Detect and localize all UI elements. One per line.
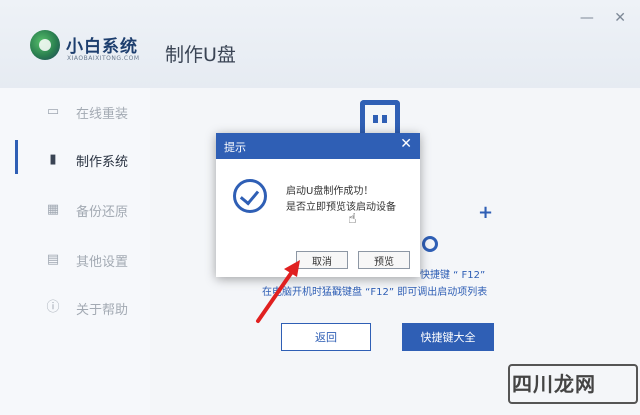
back-button[interactable]: 返回 <box>281 323 371 351</box>
preview-button[interactable]: 预览 <box>358 251 410 269</box>
minimize-icon[interactable]: — <box>580 10 594 26</box>
hand-cursor-icon: ☝ <box>348 211 357 227</box>
ring-decoration <box>422 236 438 252</box>
sidebar-item-label: 其他设置 <box>76 254 129 270</box>
hotkey-list-button[interactable]: 快捷键大全 <box>402 323 494 351</box>
check-circle-icon <box>233 179 267 213</box>
close-icon[interactable]: ✕ <box>614 10 626 26</box>
dialog-question: 是否立即预览该启动设备 <box>286 202 396 213</box>
usb-icon: ▮ <box>49 152 57 167</box>
sidebar-item-label: 备份还原 <box>76 204 129 220</box>
title-bar: 小白系统 XIAOBAIXITONG.COM 制作U盘 — ✕ <box>0 0 640 88</box>
plus-icon: + <box>478 202 494 223</box>
window-controls: — ✕ <box>564 10 626 26</box>
sidebar-item-label: 关于帮助 <box>76 302 129 318</box>
success-dialog: 提示 ✕ 启动U盘制作成功！ 是否立即预览该启动设备 ☝ 取消 预览 <box>216 133 420 277</box>
dialog-message: 启动U盘制作成功！ <box>286 186 374 197</box>
sidebar-item-online-reinstall[interactable]: ▭ 在线重装 <box>0 92 150 132</box>
sidebar-item-label: 制作系统 <box>76 154 129 170</box>
sidebar-item-other-settings[interactable]: ▤ 其他设置 <box>0 240 150 280</box>
brand-subtitle: XIAOBAIXITONG.COM <box>67 55 140 62</box>
monitor-icon: ▭ <box>46 104 60 119</box>
app-window: 小白系统 XIAOBAIXITONG.COM 制作U盘 — ✕ ▭ 在线重装 ▮… <box>0 0 640 415</box>
sidebar-item-label: 在线重装 <box>76 106 129 122</box>
toolbox-icon: ▤ <box>46 252 60 267</box>
brand-name: 小白系统 <box>66 37 138 57</box>
close-icon[interactable]: ✕ <box>400 136 412 152</box>
watermark-text: 四川龙网 <box>512 372 596 396</box>
page-title: 制作U盘 <box>165 44 236 66</box>
backup-icon: ▦ <box>46 202 60 217</box>
brand-logo-icon <box>30 30 60 60</box>
sidebar-item-about-help[interactable]: ⓘ 关于帮助 <box>0 288 150 328</box>
dialog-title: 提示 <box>224 141 246 154</box>
sidebar: ▭ 在线重装 ▮ 制作系统 ▦ 备份还原 ▤ 其他设置 ⓘ 关于帮助 <box>0 88 150 415</box>
dialog-header: 提示 ✕ <box>216 133 420 159</box>
annotation-arrow-icon <box>256 260 300 323</box>
info-icon: ⓘ <box>46 300 60 315</box>
sidebar-item-backup-restore[interactable]: ▦ 备份还原 <box>0 190 150 230</box>
hotkey-hint: 快捷键 “ F12” <box>420 270 486 281</box>
sidebar-item-make-system[interactable]: ▮ 制作系统 <box>0 140 150 180</box>
